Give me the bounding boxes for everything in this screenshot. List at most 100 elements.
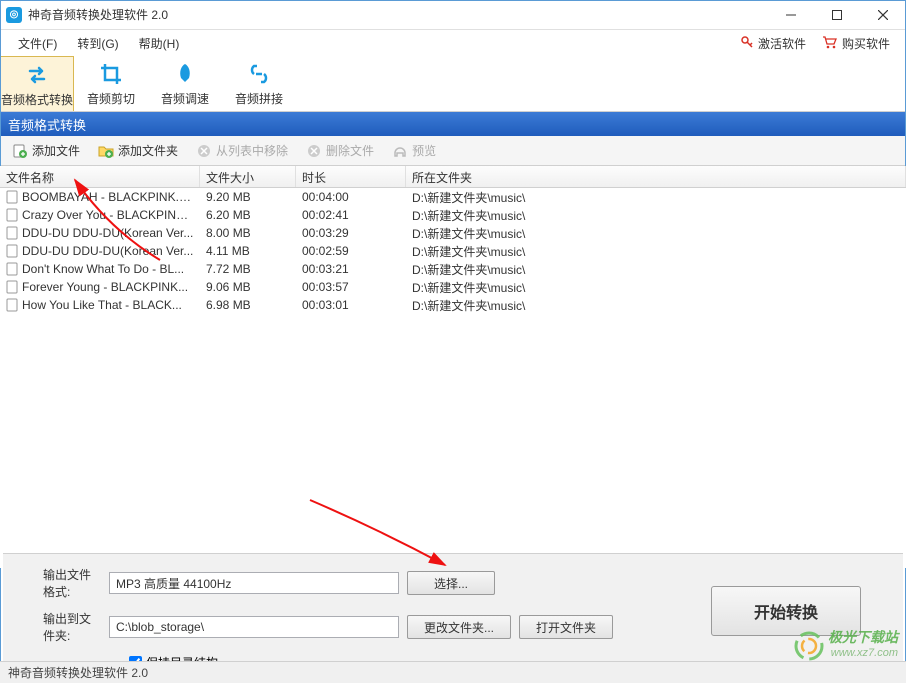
section-header: 音频格式转换 xyxy=(0,112,906,136)
add-file-icon xyxy=(12,143,28,159)
cell-duration: 00:03:57 xyxy=(296,279,406,295)
buy-label: 购买软件 xyxy=(842,35,890,52)
menu-help[interactable]: 帮助(H) xyxy=(129,32,190,55)
cart-icon xyxy=(822,35,838,52)
cell-folder: D:\新建文件夹\music\ xyxy=(406,296,906,315)
col-name[interactable]: 文件名称 xyxy=(0,166,200,187)
file-icon xyxy=(6,280,20,294)
table-row[interactable]: Crazy Over You - BLACKPINK...6.20 MB00:0… xyxy=(0,206,906,224)
cell-name: DDU-DU DDU-DU(Korean Ver... xyxy=(0,225,200,242)
rocket-icon xyxy=(171,60,199,88)
headphones-icon xyxy=(392,143,408,159)
delete-label: 删除文件 xyxy=(326,142,374,159)
cell-name: Forever Young - BLACKPINK... xyxy=(0,279,200,296)
cell-duration: 00:02:41 xyxy=(296,207,406,223)
add-file-button[interactable]: 添加文件 xyxy=(4,138,88,163)
table-row[interactable]: DDU-DU DDU-DU(Korean Ver...4.11 MB00:02:… xyxy=(0,242,906,260)
output-format-label: 输出文件格式: xyxy=(15,566,101,600)
close-button[interactable] xyxy=(860,0,906,30)
cell-folder: D:\新建文件夹\music\ xyxy=(406,188,906,207)
tab-label: 音频剪切 xyxy=(87,90,135,107)
open-folder-button[interactable]: 打开文件夹 xyxy=(519,615,613,639)
file-icon xyxy=(6,190,20,204)
add-folder-icon xyxy=(98,143,114,159)
crop-icon xyxy=(97,60,125,88)
tab-cut[interactable]: 音频剪切 xyxy=(74,56,148,111)
col-duration[interactable]: 时长 xyxy=(296,166,406,187)
remove-button[interactable]: 从列表中移除 xyxy=(188,138,296,163)
cell-size: 8.00 MB xyxy=(200,225,296,241)
add-folder-button[interactable]: 添加文件夹 xyxy=(90,138,186,163)
tab-label: 音频调速 xyxy=(161,90,209,107)
table-row[interactable]: DDU-DU DDU-DU(Korean Ver...8.00 MB00:03:… xyxy=(0,224,906,242)
file-icon xyxy=(6,262,20,276)
file-icon xyxy=(6,298,20,312)
add-folder-label: 添加文件夹 xyxy=(118,142,178,159)
cell-folder: D:\新建文件夹\music\ xyxy=(406,206,906,225)
status-bar: 神奇音频转换处理软件 2.0 xyxy=(0,661,906,683)
cell-size: 7.72 MB xyxy=(200,261,296,277)
cell-name: Crazy Over You - BLACKPINK... xyxy=(0,207,200,224)
file-toolbar: 添加文件 添加文件夹 从列表中移除 删除文件 预览 xyxy=(0,136,906,166)
cell-name: BOOMBAYAH - BLACKPINK.mp3 xyxy=(0,189,200,206)
app-icon: ◎ xyxy=(6,7,22,23)
cell-folder: D:\新建文件夹\music\ xyxy=(406,278,906,297)
tab-concat[interactable]: 音频拼接 xyxy=(222,56,296,111)
cell-folder: D:\新建文件夹\music\ xyxy=(406,242,906,261)
output-panel: 输出文件格式: 选择... 输出到文件夹: 更改文件夹... 打开文件夹 保持目… xyxy=(3,553,903,661)
remove-label: 从列表中移除 xyxy=(216,142,288,159)
buy-link[interactable]: 购买软件 xyxy=(814,32,898,55)
maximize-button[interactable] xyxy=(814,0,860,30)
tab-label: 音频拼接 xyxy=(235,90,283,107)
main-tabs: 音频格式转换 音频剪切 音频调速 音频拼接 xyxy=(0,56,906,112)
cell-name: Don't Know What To Do - BL... xyxy=(0,261,200,278)
remove-icon xyxy=(196,143,212,159)
cell-folder: D:\新建文件夹\music\ xyxy=(406,224,906,243)
cell-size: 6.20 MB xyxy=(200,207,296,223)
start-convert-button[interactable]: 开始转换 xyxy=(711,586,861,636)
table-header: 文件名称 文件大小 时长 所在文件夹 xyxy=(0,166,906,188)
add-file-label: 添加文件 xyxy=(32,142,80,159)
table-row[interactable]: BOOMBAYAH - BLACKPINK.mp39.20 MB00:04:00… xyxy=(0,188,906,206)
table-body[interactable]: BOOMBAYAH - BLACKPINK.mp39.20 MB00:04:00… xyxy=(0,188,906,568)
col-size[interactable]: 文件大小 xyxy=(200,166,296,187)
delete-icon xyxy=(306,143,322,159)
cell-size: 9.20 MB xyxy=(200,189,296,205)
window-title: 神奇音频转换处理软件 2.0 xyxy=(28,6,168,23)
output-folder-field[interactable] xyxy=(109,616,399,638)
change-folder-button[interactable]: 更改文件夹... xyxy=(407,615,511,639)
titlebar: ◎ 神奇音频转换处理软件 2.0 xyxy=(0,0,906,30)
key-icon xyxy=(740,35,754,52)
cell-size: 4.11 MB xyxy=(200,243,296,259)
cell-folder: D:\新建文件夹\music\ xyxy=(406,260,906,279)
col-folder[interactable]: 所在文件夹 xyxy=(406,166,906,187)
preview-button[interactable]: 预览 xyxy=(384,138,444,163)
select-format-button[interactable]: 选择... xyxy=(407,571,495,595)
menu-goto[interactable]: 转到(G) xyxy=(67,32,128,55)
table-row[interactable]: Don't Know What To Do - BL...7.72 MB00:0… xyxy=(0,260,906,278)
output-format-field[interactable] xyxy=(109,572,399,594)
tab-label: 音频格式转换 xyxy=(1,91,73,108)
cell-size: 6.98 MB xyxy=(200,297,296,313)
convert-icon xyxy=(23,61,51,89)
cell-name: How You Like That - BLACK... xyxy=(0,297,200,314)
file-icon xyxy=(6,226,20,240)
link-icon xyxy=(245,60,273,88)
file-icon xyxy=(6,244,20,258)
cell-duration: 00:04:00 xyxy=(296,189,406,205)
table-row[interactable]: Forever Young - BLACKPINK...9.06 MB00:03… xyxy=(0,278,906,296)
cell-duration: 00:03:21 xyxy=(296,261,406,277)
cell-duration: 00:03:29 xyxy=(296,225,406,241)
cell-size: 9.06 MB xyxy=(200,279,296,295)
minimize-button[interactable] xyxy=(768,0,814,30)
preview-label: 预览 xyxy=(412,142,436,159)
activate-link[interactable]: 激活软件 xyxy=(732,32,814,55)
tab-format-convert[interactable]: 音频格式转换 xyxy=(0,56,74,111)
menu-file[interactable]: 文件(F) xyxy=(8,32,67,55)
delete-button[interactable]: 删除文件 xyxy=(298,138,382,163)
cell-duration: 00:03:01 xyxy=(296,297,406,313)
tab-speed[interactable]: 音频调速 xyxy=(148,56,222,111)
cell-name: DDU-DU DDU-DU(Korean Ver... xyxy=(0,243,200,260)
output-folder-label: 输出到文件夹: xyxy=(15,610,101,644)
table-row[interactable]: How You Like That - BLACK...6.98 MB00:03… xyxy=(0,296,906,314)
